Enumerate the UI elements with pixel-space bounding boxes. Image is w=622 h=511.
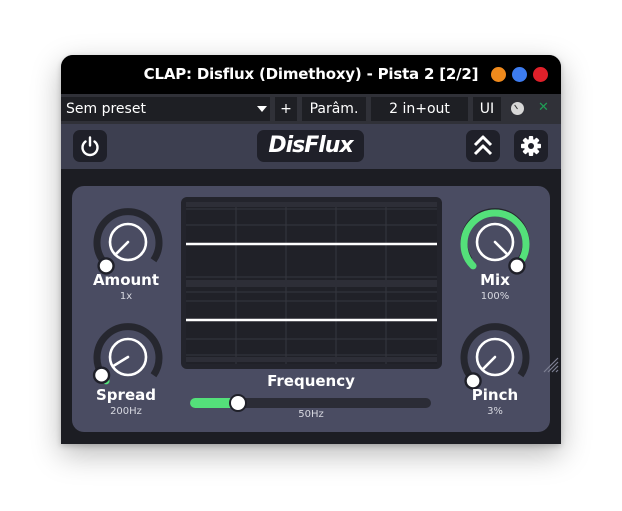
- ui-button[interactable]: UI: [473, 97, 501, 121]
- maximize-button[interactable]: [512, 67, 527, 82]
- frequency-display-grid: [186, 202, 437, 364]
- add-preset-button[interactable]: +: [275, 97, 297, 121]
- io-button[interactable]: 2 in+out: [371, 97, 468, 121]
- spread-label: Spread: [96, 386, 156, 404]
- close-ui-icon[interactable]: ✕: [538, 99, 550, 117]
- pinch-knob-pointer: [481, 355, 497, 371]
- resize-grip-icon[interactable]: [541, 355, 559, 373]
- settings-button[interactable]: [514, 130, 548, 162]
- frequency-display: [181, 197, 442, 369]
- close-button[interactable]: [533, 67, 548, 82]
- amount-value: 1x: [119, 291, 133, 302]
- amount-knob-pointer: [114, 240, 130, 256]
- power-icon: [81, 136, 99, 157]
- amount-knob-track: [93, 208, 163, 263]
- amount-label: Amount: [92, 271, 160, 289]
- volume-knob-icon[interactable]: [511, 102, 524, 115]
- gear-icon: [521, 136, 541, 156]
- frequency-value: 50Hz: [298, 409, 324, 420]
- pinch-value: 3%: [487, 406, 503, 417]
- preset-label: Sem preset: [66, 101, 146, 117]
- params-button[interactable]: Parâm.: [302, 97, 366, 121]
- spread-value: 200Hz: [110, 406, 142, 417]
- minimize-button[interactable]: [491, 67, 506, 82]
- preset-dropdown[interactable]: Sem preset: [61, 97, 270, 121]
- window-title: CLAP: Disflux (Dimethoxy) - Pista 2 [2/2…: [143, 65, 479, 83]
- collapse-button[interactable]: [466, 130, 500, 162]
- frequency-label: Frequency: [267, 372, 355, 390]
- chevron-down-icon: [257, 106, 267, 112]
- mix-value: 100%: [480, 291, 510, 302]
- pinch-label: Pinch: [471, 386, 519, 404]
- pinch-knob-track: [460, 323, 530, 378]
- spread-knob-handle[interactable]: [92, 366, 111, 384]
- frequency-slider[interactable]: [190, 394, 431, 412]
- power-button[interactable]: [73, 130, 107, 162]
- spread-knob-pointer: [112, 355, 130, 368]
- title-bar: CLAP: Disflux (Dimethoxy) - Pista 2 [2/2…: [61, 55, 561, 94]
- plugin-header: DisFlux: [61, 124, 561, 169]
- mix-knob-pointer: [493, 240, 509, 256]
- plugin-window: CLAP: Disflux (Dimethoxy) - Pista 2 [2/2…: [61, 55, 561, 444]
- plugin-logo: DisFlux: [257, 130, 364, 162]
- host-toolbar: Sem preset + Parâm. 2 in+out UI ✕: [61, 94, 561, 124]
- mix-label: Mix: [480, 271, 510, 289]
- double-chevron-up-icon: [473, 135, 493, 156]
